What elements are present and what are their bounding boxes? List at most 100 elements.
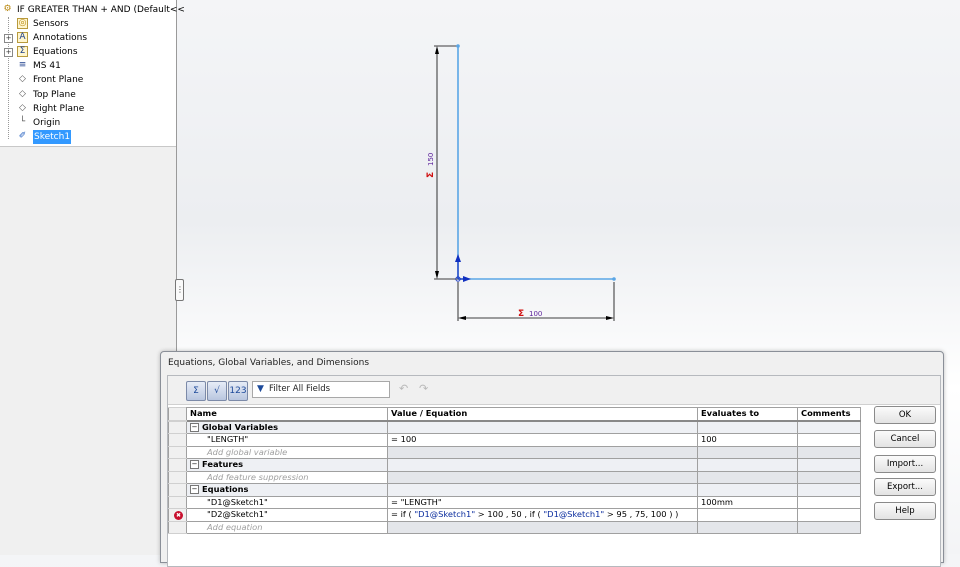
value-cell[interactable]: = 100 bbox=[387, 433, 698, 447]
horizontal-dimension-label[interactable]: Σ 100 bbox=[518, 309, 542, 319]
sensors-icon: ◎ bbox=[17, 18, 28, 29]
tree-item-label: Sketch1 bbox=[33, 129, 72, 144]
expand-toggle-icon[interactable]: + bbox=[4, 34, 13, 44]
horizontal-dimension-value: 100 bbox=[529, 310, 542, 318]
add-placeholder[interactable]: Add global variable bbox=[186, 445, 388, 459]
sketch-equation-view-icon[interactable]: √ bbox=[207, 381, 227, 401]
vertical-dimension-value: 150 bbox=[427, 153, 435, 166]
origin-x-arrow bbox=[463, 276, 471, 282]
filter-field[interactable]: ▼ Filter All Fields bbox=[252, 381, 390, 398]
sketch-icon: ✐ bbox=[18, 130, 27, 141]
section-cell bbox=[387, 483, 698, 497]
row-gutter bbox=[168, 420, 187, 434]
collapse-toggle-icon[interactable]: − bbox=[190, 485, 199, 495]
ok-button[interactable]: OK bbox=[874, 406, 936, 424]
comments-cell[interactable] bbox=[797, 433, 861, 447]
column-header-name[interactable]: Name bbox=[186, 407, 388, 422]
expand-toggle-icon[interactable]: + bbox=[4, 48, 13, 58]
part-icon: ⚙ bbox=[3, 4, 12, 14]
section-title-cell[interactable]: − Features bbox=[186, 458, 388, 472]
equation-sigma-icon: Σ bbox=[426, 172, 436, 178]
equations-dialog: Equations, Global Variables, and Dimensi… bbox=[160, 351, 944, 567]
tree-item-label: Front Plane bbox=[33, 75, 84, 86]
evaluates-cell: 100mm bbox=[697, 495, 798, 509]
vertical-dimension-label[interactable]: Σ 150 bbox=[426, 153, 436, 178]
add-row-cell bbox=[797, 445, 861, 459]
redo-icon[interactable]: ↷ bbox=[419, 382, 428, 395]
tree-item-label: MS 41 bbox=[33, 61, 61, 72]
section-title-cell[interactable]: − Equations bbox=[186, 483, 388, 497]
section-title: Features bbox=[202, 459, 244, 470]
cancel-button[interactable]: Cancel bbox=[874, 430, 936, 448]
help-button[interactable]: Help bbox=[874, 502, 936, 520]
comments-cell[interactable] bbox=[797, 495, 861, 509]
add-placeholder[interactable]: Add equation bbox=[186, 520, 388, 534]
section-title: Equations bbox=[202, 484, 249, 495]
equation-text: = if ( bbox=[391, 509, 415, 520]
undo-icon[interactable]: ↶ bbox=[399, 382, 408, 395]
plane-icon: ◇ bbox=[19, 102, 26, 113]
section-cell bbox=[387, 458, 698, 472]
evaluates-cell bbox=[697, 508, 798, 522]
value-cell[interactable]: = if ( "D1@Sketch1" > 100 , 50 , if ( "D… bbox=[387, 508, 698, 522]
sketch-endpoint-right[interactable] bbox=[612, 277, 616, 281]
equations-table: Name Value / Equation Evaluates to Comme… bbox=[168, 407, 861, 534]
dimension-reference: "D1@Sketch1" bbox=[543, 509, 605, 520]
dim-arrow-right bbox=[606, 316, 614, 320]
add-row-cell bbox=[387, 445, 698, 459]
value-cell[interactable]: = "LENGTH" bbox=[387, 495, 698, 509]
column-header-comments[interactable]: Comments bbox=[797, 407, 861, 422]
add-row[interactable]: Add feature suppression bbox=[168, 470, 861, 484]
section-cell bbox=[797, 420, 861, 434]
name-cell[interactable]: "LENGTH" bbox=[186, 433, 388, 447]
row-gutter bbox=[168, 483, 187, 497]
column-header-evaluates[interactable]: Evaluates to bbox=[697, 407, 798, 422]
add-row-cell bbox=[797, 470, 861, 484]
panel-splitter-handle[interactable]: ⋮ bbox=[175, 279, 184, 301]
column-header-value[interactable]: Value / Equation bbox=[387, 407, 698, 422]
ordered-view-icon[interactable]: 123 bbox=[228, 381, 248, 401]
equations-icon: Σ bbox=[17, 46, 28, 58]
dim-arrow-left bbox=[458, 316, 466, 320]
section-title-cell[interactable]: − Global Variables bbox=[186, 420, 388, 434]
row-gutter bbox=[168, 495, 187, 509]
section-row[interactable]: − Equations bbox=[168, 483, 861, 497]
add-row[interactable]: Add global variable bbox=[168, 445, 861, 459]
row-gutter: ✖ bbox=[168, 508, 187, 522]
collapse-toggle-icon[interactable]: − bbox=[190, 460, 199, 470]
annotations-icon: A bbox=[17, 32, 28, 44]
collapse-toggle-icon[interactable]: − bbox=[190, 422, 199, 432]
section-cell bbox=[697, 458, 798, 472]
comments-cell[interactable] bbox=[797, 508, 861, 522]
tree-item-label: Right Plane bbox=[33, 103, 85, 114]
table-row[interactable]: ✖ "D2@Sketch1" = if ( "D1@Sketch1" > 100 ,… bbox=[168, 508, 861, 522]
filter-icon: ▼ bbox=[257, 384, 264, 394]
origin-icon: └ bbox=[19, 116, 26, 127]
equation-text: = bbox=[391, 496, 401, 507]
row-gutter bbox=[168, 433, 187, 447]
sketch-endpoint-top[interactable] bbox=[456, 44, 460, 48]
equation-view-icon[interactable]: Σ bbox=[186, 381, 206, 401]
add-placeholder[interactable]: Add feature suppression bbox=[186, 470, 388, 484]
tree-item-label: Annotations bbox=[33, 33, 88, 44]
add-row-cell bbox=[697, 445, 798, 459]
dialog-toolbar: Σ √ 123 ▼ Filter All Fields ↶ ↷ bbox=[168, 376, 940, 405]
export-button[interactable]: Export... bbox=[874, 478, 936, 496]
section-cell bbox=[697, 420, 798, 434]
tree-root-label: IF GREATER THAN + AND (Default<< bbox=[17, 5, 185, 15]
origin-y-arrow bbox=[455, 254, 461, 262]
section-row[interactable]: − Global Variables bbox=[168, 420, 861, 434]
name-cell[interactable]: "D1@Sketch1" bbox=[186, 495, 388, 509]
dimension-reference: "D1@Sketch1" bbox=[414, 509, 476, 520]
equation-sigma-icon: Σ bbox=[518, 309, 524, 319]
add-row[interactable]: Add equation bbox=[168, 520, 861, 534]
plane-icon: ◇ bbox=[19, 88, 26, 99]
section-title: Global Variables bbox=[202, 421, 279, 432]
row-gutter bbox=[168, 470, 187, 484]
table-row[interactable]: "D1@Sketch1" = "LENGTH" 100mm bbox=[168, 495, 861, 509]
table-row[interactable]: "LENGTH" = 100 100 bbox=[168, 433, 861, 447]
section-row[interactable]: − Features bbox=[168, 458, 861, 472]
import-button[interactable]: Import... bbox=[874, 455, 936, 473]
plane-icon: ◇ bbox=[19, 74, 26, 85]
name-cell[interactable]: "D2@Sketch1" bbox=[186, 508, 388, 522]
